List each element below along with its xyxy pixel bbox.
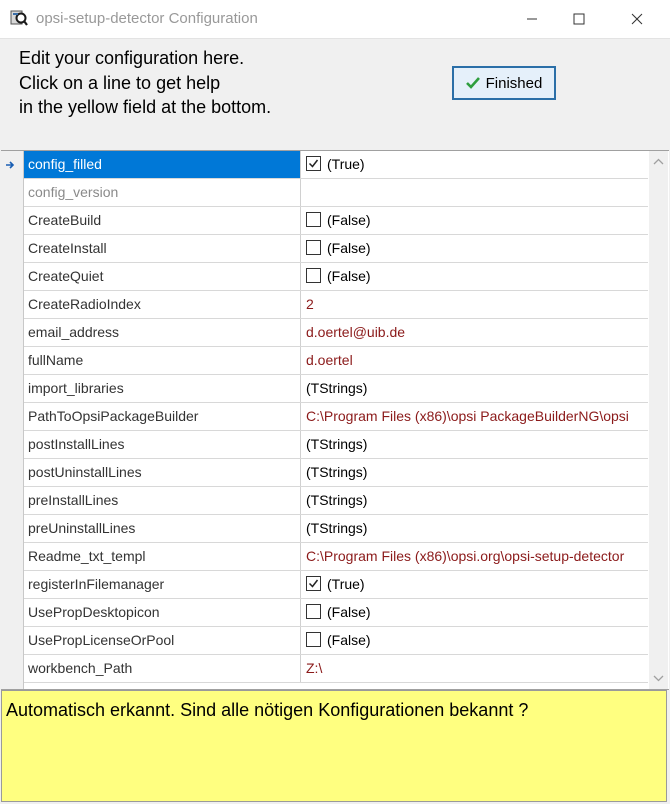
property-value-cell[interactable]: Z:\ (302, 655, 648, 682)
property-value-cell[interactable]: (TStrings) (302, 431, 648, 458)
scroll-down-button[interactable] (649, 667, 668, 689)
property-value-cell[interactable]: (TStrings) (302, 459, 648, 486)
grid-row[interactable]: UsePropLicenseOrPool (False) (24, 627, 648, 655)
grid-row[interactable]: CreateRadioIndex 2 (24, 291, 648, 319)
chevron-down-icon (653, 675, 664, 682)
property-value-cell[interactable]: d.oertel@uib.de (302, 319, 648, 346)
grid-row[interactable]: preInstallLines (TStrings) (24, 487, 648, 515)
grid-row[interactable]: Readme_txt_templ C:\Program Files (x86)\o… (24, 543, 648, 571)
property-value-cell[interactable]: (False) (302, 235, 648, 262)
property-value-cell[interactable]: (True) (302, 151, 648, 178)
grid-row[interactable]: import_libraries (TStrings) (24, 375, 648, 403)
vertical-scrollbar[interactable] (649, 151, 668, 689)
property-value-cell[interactable]: C:\Program Files (x86)\opsi.org\opsi-set… (302, 543, 648, 570)
grid-row[interactable]: workbench_Path Z:\ (24, 655, 648, 683)
property-name-cell[interactable]: config_filled (24, 151, 301, 178)
checkbox-value-label: (False) (327, 268, 371, 284)
help-text: Automatisch erkannt. Sind alle nötigen K… (6, 700, 529, 720)
property-value-cell[interactable]: (False) (302, 263, 648, 290)
maximize-icon (573, 13, 585, 25)
grid-row[interactable]: config_version (24, 179, 648, 207)
config-grid[interactable]: config_filled (True) config_version CreateB… (1, 150, 669, 690)
grid-row[interactable]: postUninstallLines (TStrings) (24, 459, 648, 487)
property-value-cell[interactable]: (False) (302, 207, 648, 234)
close-button[interactable] (614, 0, 660, 38)
property-name-cell[interactable]: Readme_txt_templ (24, 543, 301, 570)
help-field: Automatisch erkannt. Sind alle nötigen K… (1, 690, 667, 802)
property-name-cell[interactable]: CreateInstall (24, 235, 301, 262)
property-name-cell[interactable]: preInstallLines (24, 487, 301, 514)
property-name-cell[interactable]: preUninstallLines (24, 515, 301, 542)
minimize-icon (527, 18, 537, 20)
checkmark-icon (308, 159, 319, 168)
property-name-cell[interactable]: postInstallLines (24, 431, 301, 458)
grid-row[interactable]: email_address d.oertel@uib.de (24, 319, 648, 347)
checkbox-value-label: (True) (327, 576, 365, 592)
grid-row[interactable]: PathToOpsiPackageBuilder C:\Program Files… (24, 403, 648, 431)
checkbox[interactable] (306, 156, 321, 171)
current-row-arrow-icon (6, 161, 15, 169)
checkbox[interactable] (306, 212, 321, 227)
property-name-cell[interactable]: email_address (24, 319, 301, 346)
grid-row[interactable]: postInstallLines (TStrings) (24, 431, 648, 459)
checkbox-value-label: (False) (327, 604, 371, 620)
property-value-cell[interactable]: (False) (302, 599, 648, 626)
property-value-cell[interactable]: C:\Program Files (x86)\opsi PackageBuild… (302, 403, 648, 430)
grid-rows: config_filled (True) config_version CreateB… (24, 151, 648, 683)
header-panel: Edit your configuration here. Click on a… (0, 39, 670, 149)
scroll-up-button[interactable] (649, 151, 668, 173)
property-name-cell[interactable]: UsePropDesktopicon (24, 599, 301, 626)
property-name-cell[interactable]: workbench_Path (24, 655, 301, 682)
checkbox[interactable] (306, 576, 321, 591)
finished-button-label: Finished (485, 74, 543, 92)
property-name-cell[interactable]: CreateBuild (24, 207, 301, 234)
property-name-cell[interactable]: CreateQuiet (24, 263, 301, 290)
property-value-cell[interactable]: d.oertel (302, 347, 648, 374)
close-icon (631, 13, 643, 25)
checkbox-value-label: (True) (327, 156, 365, 172)
property-name-cell[interactable]: postUninstallLines (24, 459, 301, 486)
property-name-cell[interactable]: UsePropLicenseOrPool (24, 627, 301, 654)
minimize-button[interactable] (509, 0, 555, 38)
app-icon (10, 10, 28, 26)
property-name-cell[interactable]: fullName (24, 347, 301, 374)
property-name-cell[interactable]: registerInFilemanager (24, 571, 301, 598)
grid-row[interactable]: config_filled (True) (24, 151, 648, 179)
property-value-cell[interactable]: (False) (302, 627, 648, 654)
finished-button[interactable]: Finished (452, 66, 556, 100)
grid-row[interactable]: UsePropDesktopicon (False) (24, 599, 648, 627)
property-value-cell[interactable]: 2 (302, 291, 648, 318)
checkmark-icon (308, 579, 319, 588)
grid-row[interactable]: CreateBuild (False) (24, 207, 648, 235)
property-value-cell[interactable] (302, 179, 648, 206)
property-value-cell[interactable]: (True) (302, 571, 648, 598)
property-name-cell[interactable]: PathToOpsiPackageBuilder (24, 403, 301, 430)
checkbox-value-label: (False) (327, 212, 371, 228)
maximize-button[interactable] (556, 0, 602, 38)
intro-text: Edit your configuration here. Click on a… (19, 48, 272, 117)
property-name-cell[interactable]: import_libraries (24, 375, 301, 402)
property-name-cell[interactable]: CreateRadioIndex (24, 291, 301, 318)
grid-row[interactable]: registerInFilemanager (True) (24, 571, 648, 599)
checkmark-icon (465, 77, 480, 89)
property-value-cell[interactable]: (TStrings) (302, 375, 648, 402)
checkbox[interactable] (306, 604, 321, 619)
chevron-up-icon (653, 158, 664, 165)
property-name-cell[interactable]: config_version (24, 179, 301, 206)
checkbox[interactable] (306, 268, 321, 283)
grid-row[interactable]: CreateQuiet (False) (24, 263, 648, 291)
title-bar[interactable]: opsi-setup-detector Configuration (0, 0, 670, 39)
checkbox-value-label: (False) (327, 240, 371, 256)
grid-row[interactable]: preUninstallLines (TStrings) (24, 515, 648, 543)
checkbox[interactable] (306, 632, 321, 647)
property-value-cell[interactable]: (TStrings) (302, 515, 648, 542)
checkbox[interactable] (306, 240, 321, 255)
row-indicator-column (1, 151, 24, 689)
checkbox-value-label: (False) (327, 632, 371, 648)
grid-row[interactable]: CreateInstall (False) (24, 235, 648, 263)
grid-row[interactable]: fullName d.oertel (24, 347, 648, 375)
property-value-cell[interactable]: (TStrings) (302, 487, 648, 514)
window-title: opsi-setup-detector Configuration (36, 10, 258, 27)
